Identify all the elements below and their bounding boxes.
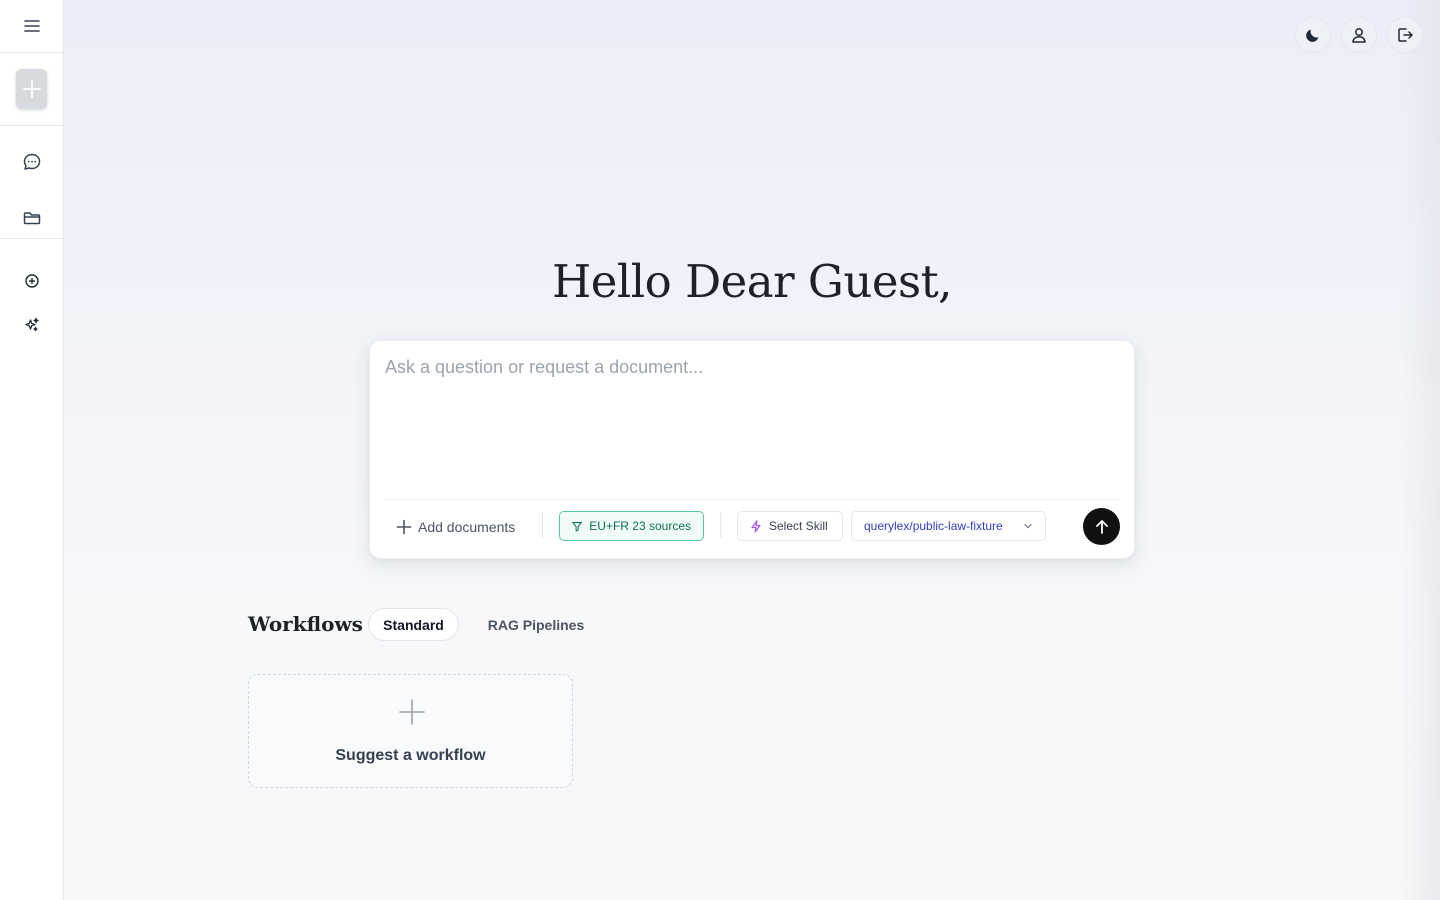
folder-icon[interactable]: [16, 202, 48, 234]
filter-icon: [572, 521, 583, 531]
add-documents-label: Add documents: [418, 519, 516, 535]
chat-bubble-icon[interactable]: [16, 146, 48, 178]
page-title: Hello Dear Guest,: [552, 255, 952, 308]
sparkles-icon[interactable]: [16, 309, 48, 341]
right-edge-shade: [1400, 0, 1440, 900]
moon-icon: [1306, 29, 1319, 42]
dark-mode-button[interactable]: [1295, 17, 1331, 53]
menu-icon[interactable]: [16, 10, 48, 42]
select-skill-button[interactable]: Select Skill: [737, 511, 843, 541]
tab-standard[interactable]: Standard: [368, 608, 459, 641]
profile-button[interactable]: [1341, 17, 1377, 53]
source-filter-label: EU+FR 23 sources: [589, 519, 691, 533]
chevron-down-icon: [1024, 523, 1032, 529]
logout-button[interactable]: [1387, 17, 1423, 53]
circle-plus-icon[interactable]: [16, 265, 48, 297]
plus-icon: [397, 697, 427, 727]
source-filter-chip[interactable]: EU+FR 23 sources: [559, 511, 704, 541]
model-selector[interactable]: querylex/public-law-fixture: [851, 511, 1046, 541]
workflows-title: Workflows: [248, 612, 363, 636]
new-chat-plus-icon: [22, 80, 41, 98]
sidebar: [0, 0, 64, 900]
toolbar-divider: [542, 512, 543, 538]
user-icon: [1352, 28, 1366, 43]
new-chat-button[interactable]: [16, 69, 47, 109]
logout-icon: [1398, 28, 1413, 42]
question-input[interactable]: [385, 357, 1115, 487]
arrow-up-icon: [1095, 519, 1108, 534]
select-skill-label: Select Skill: [769, 519, 828, 533]
suggest-workflow-card[interactable]: Suggest a workflow: [248, 674, 573, 788]
suggest-workflow-label: Suggest a workflow: [335, 747, 486, 764]
lightning-icon: [751, 519, 761, 533]
model-selector-label: querylex/public-law-fixture: [864, 519, 1003, 533]
tab-rag-pipelines[interactable]: RAG Pipelines: [480, 608, 592, 641]
toolbar-divider: [720, 512, 721, 538]
sidebar-divider: [0, 238, 63, 239]
sidebar-divider: [0, 125, 63, 126]
add-documents-button[interactable]: Add documents: [396, 516, 515, 538]
composer: Add documents EU+FR 23 sources Select Sk…: [369, 340, 1135, 559]
send-button[interactable]: [1083, 508, 1120, 545]
plus-icon: [396, 519, 412, 535]
composer-divider: [385, 499, 1119, 500]
sidebar-divider: [0, 52, 63, 53]
